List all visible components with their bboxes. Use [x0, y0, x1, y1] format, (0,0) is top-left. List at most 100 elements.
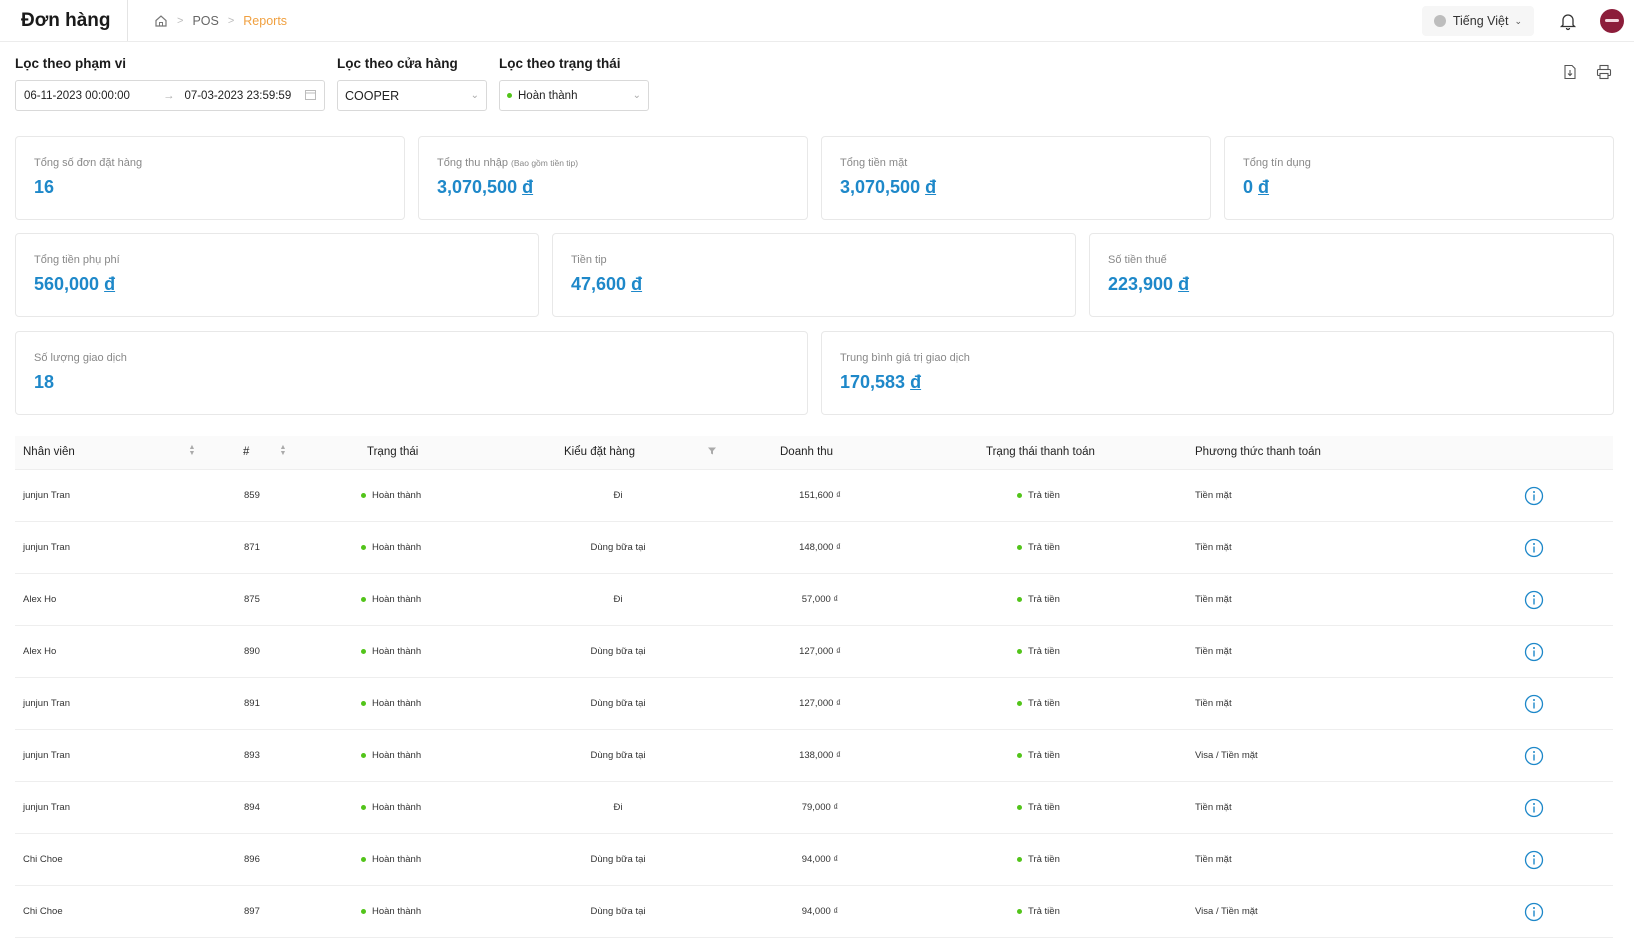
- breadcrumb-separator: >: [227, 14, 235, 27]
- table-row[interactable]: junjun Tran 859 Hoàn thành Đi 151,600 ₫ Trả t…: [15, 470, 1613, 522]
- stat-label: Tổng tiền phụ phí: [34, 254, 120, 266]
- info-icon[interactable]: [1524, 798, 1544, 818]
- table-row[interactable]: junjun Tran 871 Hoàn thành Dùng bữa tại 148,…: [15, 522, 1613, 574]
- breadcrumb-item-reports[interactable]: Reports: [243, 14, 287, 28]
- cell-number: 891: [244, 698, 260, 709]
- cell-status-text: Hoàn thành: [372, 490, 422, 501]
- cell-employee: junjun Tran: [23, 750, 71, 761]
- cell-payment-method: Visa / Tiền mặt: [1195, 906, 1258, 917]
- status-dot-icon: [361, 649, 366, 654]
- bell-icon[interactable]: [1558, 11, 1578, 31]
- breadcrumb: > POS > Reports: [154, 14, 287, 28]
- stat-card-total-surcharge: Tổng tiền phụ phí 560,000 đ: [15, 233, 539, 317]
- status-dot-icon: [361, 545, 366, 550]
- status-dot-icon: [1017, 805, 1022, 810]
- status-filter-label: Lọc theo trạng thái: [499, 56, 621, 71]
- status-dot-icon: [1017, 649, 1022, 654]
- info-icon[interactable]: [1524, 642, 1544, 662]
- cell-payment-status: Trả tiền: [1017, 646, 1060, 657]
- avatar[interactable]: [1600, 9, 1624, 33]
- cell-payment-method: Visa / Tiền mặt: [1195, 750, 1258, 761]
- info-icon[interactable]: [1524, 538, 1544, 558]
- table-row[interactable]: Chi Choe 896 Hoàn thành Dùng bữa tại 94,000 …: [15, 834, 1613, 886]
- info-icon[interactable]: [1524, 746, 1544, 766]
- status-dot-icon: [361, 805, 366, 810]
- date-from-input[interactable]: 06-11-2023 00:00:00: [24, 90, 130, 102]
- table-row[interactable]: Alex Ho 890 Hoàn thành Dùng bữa tại 127,000 …: [15, 626, 1613, 678]
- cell-status: Hoàn thành: [361, 698, 421, 709]
- breadcrumb-item-pos[interactable]: POS: [192, 14, 218, 28]
- date-range-picker[interactable]: 06-11-2023 00:00:00 → 07-03-2023 23:59:5…: [15, 80, 325, 111]
- cell-payment-method: Tiền mặt: [1195, 490, 1232, 501]
- stat-label: Trung bình giá trị giao dịch: [840, 352, 970, 364]
- cell-revenue: 138,000 ₫: [799, 750, 841, 761]
- store-select-value: COOPER: [345, 88, 400, 103]
- filter-icon[interactable]: [707, 446, 717, 456]
- stat-value: 47,600 đ: [571, 274, 1057, 295]
- col-payment-method: Phương thức thanh toán: [1195, 446, 1321, 458]
- cell-payment-status-text: Trả tiền: [1028, 594, 1060, 605]
- cell-payment-status-text: Trả tiền: [1028, 542, 1060, 553]
- stat-label: Tiền tip: [571, 254, 607, 266]
- status-select[interactable]: Hoàn thành ⌄: [499, 80, 649, 111]
- cell-number: 890: [244, 646, 260, 657]
- cell-number: 896: [244, 854, 260, 865]
- status-dot-icon: [361, 597, 366, 602]
- currency: đ: [522, 177, 534, 197]
- date-to-input[interactable]: 07-03-2023 23:59:59: [184, 90, 291, 102]
- cell-revenue: 94,000 ₫: [801, 854, 839, 865]
- stat-label-sub: (Bao gồm tiền tip): [511, 158, 579, 168]
- info-icon[interactable]: [1524, 590, 1544, 610]
- currency: đ: [925, 177, 937, 197]
- table-row[interactable]: junjun Tran 894 Hoàn thành Đi 79,000 ₫ Trả ti…: [15, 782, 1613, 834]
- cell-revenue: 148,000 ₫: [799, 542, 841, 553]
- cell-payment-status-text: Trả tiền: [1028, 490, 1060, 501]
- col-employee[interactable]: Nhân viên: [23, 446, 75, 458]
- cell-payment-method: Tiền mặt: [1195, 542, 1232, 553]
- export-icon[interactable]: [1562, 64, 1578, 80]
- cell-status: Hoàn thành: [361, 906, 421, 917]
- table-row[interactable]: Chi Choe 897 Hoàn thành Dùng bữa tại 94,000 …: [15, 886, 1613, 938]
- cell-payment-status: Trả tiền: [1017, 854, 1060, 865]
- stat-value: 3,070,500 đ: [437, 177, 789, 198]
- cell-status: Hoàn thành: [361, 854, 421, 865]
- stat-value: 3,070,500 đ: [840, 177, 1192, 198]
- cell-order-type: Dùng bữa tại: [590, 750, 646, 761]
- page-title: Đơn hàng: [0, 0, 128, 41]
- info-icon[interactable]: [1524, 694, 1544, 714]
- cell-status-text: Hoàn thành: [372, 854, 422, 865]
- print-icon[interactable]: [1596, 64, 1612, 80]
- table-row[interactable]: Alex Ho 875 Hoàn thành Đi 57,000 ₫ Trả tiền Ti…: [15, 574, 1613, 626]
- cell-employee: Alex Ho: [23, 594, 57, 605]
- cell-employee: junjun Tran: [23, 542, 71, 553]
- info-icon[interactable]: [1524, 486, 1544, 506]
- cell-payment-status-text: Trả tiền: [1028, 646, 1060, 657]
- table-body: junjun Tran 859 Hoàn thành Đi 151,600 ₫ Trả t…: [15, 470, 1613, 938]
- calendar-icon: [305, 89, 316, 103]
- cell-payment-status-text: Trả tiền: [1028, 698, 1060, 709]
- cell-payment-method: Tiền mặt: [1195, 854, 1232, 865]
- cell-order-type: Dùng bữa tại: [590, 542, 646, 553]
- col-number[interactable]: #: [243, 446, 249, 458]
- cell-employee: junjun Tran: [23, 802, 71, 813]
- col-status: Trạng thái: [367, 446, 419, 458]
- info-icon[interactable]: [1524, 902, 1544, 922]
- home-icon[interactable]: [154, 14, 168, 28]
- language-selector[interactable]: Tiếng Việt ⌄: [1421, 6, 1534, 36]
- info-icon[interactable]: [1524, 850, 1544, 870]
- sort-icon[interactable]: ▲ ▼: [188, 444, 196, 457]
- header-actions: Tiếng Việt ⌄: [1421, 0, 1634, 42]
- status-dot-icon: [1017, 597, 1022, 602]
- cell-order-type: Dùng bữa tại: [590, 906, 646, 917]
- cell-order-type: Dùng bữa tại: [590, 854, 646, 865]
- breadcrumb-separator: >: [177, 14, 184, 27]
- table-row[interactable]: junjun Tran 891 Hoàn thành Dùng bữa tại 127,…: [15, 678, 1613, 730]
- stat-value: 0 đ: [1243, 177, 1595, 198]
- status-dot-icon: [1017, 753, 1022, 758]
- store-select[interactable]: COOPER ⌄: [337, 80, 487, 111]
- table-row[interactable]: junjun Tran 893 Hoàn thành Dùng bữa tại 138,…: [15, 730, 1613, 782]
- cell-status: Hoàn thành: [361, 594, 421, 605]
- currency: đ: [1258, 177, 1270, 197]
- cell-number: 893: [244, 750, 260, 761]
- sort-icon[interactable]: ▲ ▼: [279, 444, 287, 457]
